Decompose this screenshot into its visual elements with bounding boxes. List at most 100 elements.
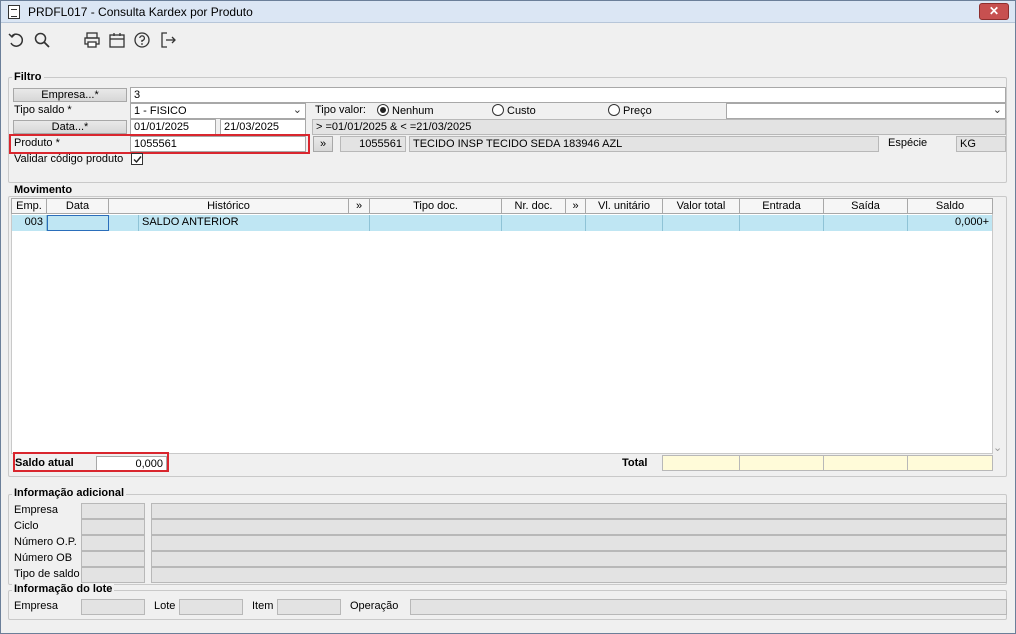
col-valor-total[interactable]: Valor total bbox=[663, 199, 740, 214]
radio-preco-label: Preço bbox=[623, 105, 652, 117]
data-button[interactable]: Data...* bbox=[13, 120, 127, 134]
cell-entrada bbox=[740, 215, 824, 231]
cell-historico-pad bbox=[109, 215, 139, 231]
title-bar: PRDFL017 - Consulta Kardex por Produto ✕ bbox=[1, 1, 1015, 23]
tipo-saldo-value: 1 - FISICO bbox=[134, 105, 187, 117]
empresa-button[interactable]: Empresa...* bbox=[13, 88, 127, 102]
lote-label: Lote bbox=[154, 600, 176, 612]
radio-custo[interactable] bbox=[492, 104, 504, 116]
operacao-value bbox=[410, 599, 1007, 615]
produto-highlight bbox=[9, 134, 310, 154]
operacao-label: Operação bbox=[350, 600, 399, 612]
item-label: Item bbox=[252, 600, 274, 612]
col-saida[interactable]: Saída bbox=[824, 199, 908, 214]
document-icon bbox=[8, 5, 20, 19]
calendar-icon[interactable] bbox=[108, 31, 128, 51]
validar-label: Validar código produto bbox=[14, 153, 124, 165]
produto-lookup-button[interactable]: » bbox=[313, 136, 333, 152]
cell-saida bbox=[824, 215, 908, 231]
total-valor-total bbox=[662, 455, 740, 471]
movimento-legend: Movimento bbox=[12, 184, 75, 196]
info-ciclo-label: Ciclo bbox=[14, 520, 39, 532]
search-icon[interactable] bbox=[33, 31, 53, 51]
col-saldo[interactable]: Saldo bbox=[908, 199, 992, 214]
lote-empresa-label: Empresa bbox=[14, 600, 59, 612]
item-value bbox=[277, 599, 341, 615]
saldo-atual-highlight bbox=[13, 452, 169, 472]
col-historico[interactable]: Histórico bbox=[109, 199, 349, 214]
table-row[interactable]: 003 SALDO ANTERIOR 0,000+ bbox=[12, 215, 992, 231]
cell-valor-total bbox=[663, 215, 740, 231]
tipo-valor-select[interactable]: ⌄ bbox=[726, 103, 1006, 119]
scroll-down-icon[interactable]: ⌄ bbox=[993, 441, 1002, 454]
info-ciclo-code bbox=[81, 519, 145, 535]
cell-nr-doc bbox=[502, 215, 586, 231]
tipo-saldo-select[interactable]: 1 - FISICO ⌄ bbox=[130, 103, 306, 119]
total-saida bbox=[823, 455, 908, 471]
info-empresa-code bbox=[81, 503, 145, 519]
col-historico-expand[interactable]: » bbox=[349, 199, 370, 214]
data-to-input[interactable]: 21/03/2025 bbox=[220, 119, 306, 135]
info-numero-ob-label: Número OB bbox=[14, 552, 73, 564]
cell-historico: SALDO ANTERIOR bbox=[139, 215, 370, 231]
info-adicional-legend: Informação adicional bbox=[12, 487, 127, 499]
info-ciclo-desc bbox=[151, 519, 1007, 535]
col-entrada[interactable]: Entrada bbox=[740, 199, 824, 214]
total-label: Total bbox=[622, 457, 648, 469]
col-vl-unitario[interactable]: Vl. unitário bbox=[586, 199, 663, 214]
info-numero-ob-code bbox=[81, 551, 145, 567]
col-emp[interactable]: Emp. bbox=[12, 199, 47, 214]
tipo-saldo-label: Tipo saldo * bbox=[14, 104, 72, 116]
info-empresa-label: Empresa bbox=[14, 504, 59, 516]
app-window: PRDFL017 - Consulta Kardex por Produto ✕… bbox=[0, 0, 1016, 634]
info-numero-op-code bbox=[81, 535, 145, 551]
col-tipo-doc[interactable]: Tipo doc. bbox=[370, 199, 502, 214]
empresa-input[interactable]: 3 bbox=[130, 87, 1006, 103]
lote-empresa-value bbox=[81, 599, 145, 615]
produto-code: 1055561 bbox=[340, 136, 406, 152]
toolbar bbox=[1, 24, 1015, 56]
grid-body[interactable] bbox=[11, 214, 993, 454]
info-numero-op-label: Número O.P. bbox=[14, 536, 77, 548]
window-title: PRDFL017 - Consulta Kardex por Produto bbox=[28, 5, 253, 19]
filtro-legend: Filtro bbox=[12, 71, 44, 83]
info-tipo-saldo-code bbox=[81, 567, 145, 583]
info-tipo-saldo-label: Tipo de saldo bbox=[14, 568, 80, 580]
info-numero-op-desc bbox=[151, 535, 1007, 551]
info-lote-legend: Informação do lote bbox=[12, 583, 115, 595]
radio-preco[interactable] bbox=[608, 104, 620, 116]
produto-description: TECIDO INSP TECIDO SEDA 183946 AZL bbox=[409, 136, 879, 152]
especie-label: Espécie bbox=[888, 137, 928, 149]
cell-saldo: 0,000+ bbox=[955, 216, 989, 228]
cell-vl-unitario bbox=[586, 215, 663, 231]
total-entrada bbox=[739, 455, 824, 471]
data-expression: > =01/01/2025 & < =21/03/2025 bbox=[312, 119, 1006, 135]
chevron-down-icon: ⌄ bbox=[992, 104, 1002, 116]
info-numero-ob-desc bbox=[151, 551, 1007, 567]
chevron-down-icon: ⌄ bbox=[292, 104, 302, 116]
help-icon[interactable] bbox=[133, 31, 153, 51]
especie-value: KG bbox=[956, 136, 1006, 152]
exit-icon[interactable] bbox=[159, 31, 179, 51]
radio-nenhum[interactable] bbox=[377, 104, 389, 116]
data-from-input[interactable]: 01/01/2025 bbox=[130, 119, 216, 135]
main-panel: Filtro Empresa...* 3 Tipo saldo * 1 - FI… bbox=[6, 57, 1010, 625]
radio-nenhum-label: Nenhum bbox=[392, 105, 434, 117]
cell-data[interactable] bbox=[47, 215, 109, 231]
info-tipo-saldo-desc bbox=[151, 567, 1007, 583]
print-icon[interactable] bbox=[83, 31, 103, 51]
col-data[interactable]: Data bbox=[47, 199, 109, 214]
col-nr-doc[interactable]: Nr. doc. bbox=[502, 199, 566, 214]
grid-header: Emp. Data Histórico » Tipo doc. Nr. doc.… bbox=[11, 198, 993, 214]
validar-checkbox[interactable] bbox=[131, 153, 143, 165]
lote-value bbox=[179, 599, 243, 615]
total-saldo bbox=[907, 455, 993, 471]
info-empresa-desc bbox=[151, 503, 1007, 519]
radio-custo-label: Custo bbox=[507, 105, 536, 117]
col-nr-doc-expand[interactable]: » bbox=[566, 199, 586, 214]
undo-icon[interactable] bbox=[7, 31, 27, 51]
cell-emp: 003 bbox=[12, 215, 47, 231]
cell-tipo-doc bbox=[370, 215, 502, 231]
close-button[interactable]: ✕ bbox=[979, 3, 1009, 20]
tipo-valor-label: Tipo valor: bbox=[315, 104, 366, 116]
